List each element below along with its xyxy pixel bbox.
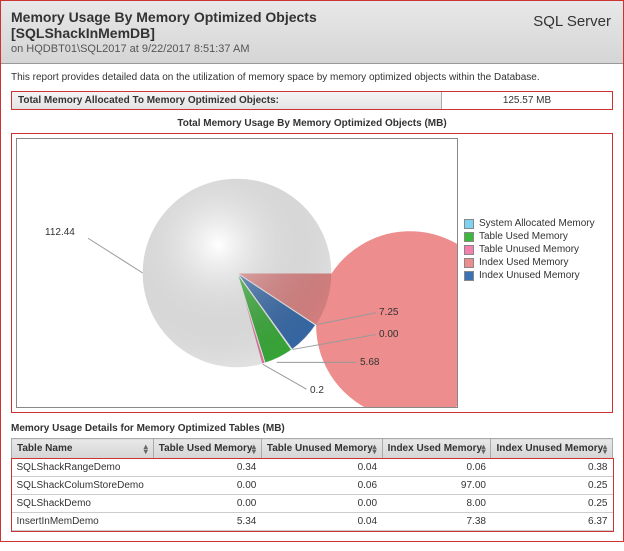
legend-label: System Allocated Memory [479,218,595,229]
col-table-used[interactable]: Table Used Memory ▴▾ [153,439,261,459]
cell-tum: 0.00 [153,477,261,495]
table-row: SQLShackDemo 0.00 0.00 8.00 0.25 [12,495,613,513]
cell-iun: 0.38 [491,459,613,477]
pie-label-system: 0.00 [379,329,398,340]
sort-icon[interactable]: ▴▾ [603,444,607,454]
col-label: Table Used Memory [159,443,253,454]
legend-swatch-icon [464,245,474,255]
cell-iun: 0.25 [491,477,613,495]
cell-tun: 0.00 [261,495,382,513]
col-table-name[interactable]: Table Name ▴▾ [12,439,154,459]
cell-tum: 5.34 [153,513,261,531]
cell-ium: 0.06 [382,459,491,477]
cell-ium: 97.00 [382,477,491,495]
report-intro: This report provides detailed data on th… [1,64,623,87]
chart-legend: System Allocated Memory Table Used Memor… [458,138,608,408]
legend-label: Index Unused Memory [479,270,580,281]
legend-swatch-icon [464,219,474,229]
cell-tun: 0.04 [261,513,382,531]
pie-chart: 112.44 7.25 0.00 5.68 0.2 [16,138,458,408]
legend-item: Index Used Memory [464,257,604,268]
col-index-used[interactable]: Index Used Memory ▴▾ [382,439,491,459]
cell-tun: 0.04 [261,459,382,477]
total-allocated-value: 125.57 MB [442,92,612,109]
chart-title: Total Memory Usage By Memory Optimized O… [1,118,623,129]
legend-label: Table Unused Memory [479,244,579,255]
col-label: Table Name [17,443,72,454]
cell-name: SQLShackDemo [12,495,154,513]
total-allocated-box: Total Memory Allocated To Memory Optimiz… [11,91,613,110]
report-title-line2: [SQLShackInMemDB] [11,25,613,41]
table-row: InsertInMemDemo 5.34 0.04 7.38 6.37 [12,513,613,531]
col-label: Index Used Memory [388,443,482,454]
legend-item: Index Unused Memory [464,270,604,281]
table-row: SQLShackRangeDemo 0.34 0.04 0.06 0.38 [12,459,613,477]
legend-item: Table Used Memory [464,231,604,242]
cell-tum: 0.34 [153,459,261,477]
legend-swatch-icon [464,271,474,281]
pie-label-table-unused: 0.2 [310,385,324,396]
cell-name: SQLShackRangeDemo [12,459,154,477]
cell-tum: 0.00 [153,495,261,513]
legend-swatch-icon [464,258,474,268]
sort-icon[interactable]: ▴▾ [252,444,256,454]
sort-icon[interactable]: ▴▾ [481,444,485,454]
col-index-unused[interactable]: Index Unused Memory ▴▾ [491,439,613,459]
sort-icon[interactable]: ▴▾ [373,444,377,454]
legend-label: Index Used Memory [479,257,568,268]
chart-container: 112.44 7.25 0.00 5.68 0.2 System Allocat… [11,133,613,413]
report-title-line1: Memory Usage By Memory Optimized Objects [11,9,613,25]
col-table-unused[interactable]: Table Unused Memory ▴▾ [261,439,382,459]
cell-ium: 7.38 [382,513,491,531]
table-row: SQLShackColumStoreDemo 0.00 0.06 97.00 0… [12,477,613,495]
cell-iun: 0.25 [491,495,613,513]
brand-label: SQL Server [533,13,611,30]
pie-label-index-used: 112.44 [45,227,75,238]
cell-ium: 8.00 [382,495,491,513]
report-header: Memory Usage By Memory Optimized Objects… [1,1,623,64]
legend-swatch-icon [464,232,474,242]
total-allocated-label: Total Memory Allocated To Memory Optimiz… [12,92,442,109]
legend-label: Table Used Memory [479,231,568,242]
report-subtitle: on HQDBT01\SQL2017 at 9/22/2017 8:51:37 … [11,43,613,55]
cell-name: SQLShackColumStoreDemo [12,477,154,495]
details-title: Memory Usage Details for Memory Optimize… [11,423,613,434]
cell-iun: 6.37 [491,513,613,531]
cell-tun: 0.06 [261,477,382,495]
cell-name: InsertInMemDemo [12,513,154,531]
details-table: Table Name ▴▾ Table Used Memory ▴▾ Table… [11,438,613,531]
col-label: Table Unused Memory [267,443,373,454]
col-label: Index Unused Memory [496,443,603,454]
pie-label-index-unused: 7.25 [379,307,398,318]
pie-label-table-used: 5.68 [360,357,379,368]
legend-item: Table Unused Memory [464,244,604,255]
legend-item: System Allocated Memory [464,218,604,229]
sort-icon[interactable]: ▴▾ [144,444,148,454]
